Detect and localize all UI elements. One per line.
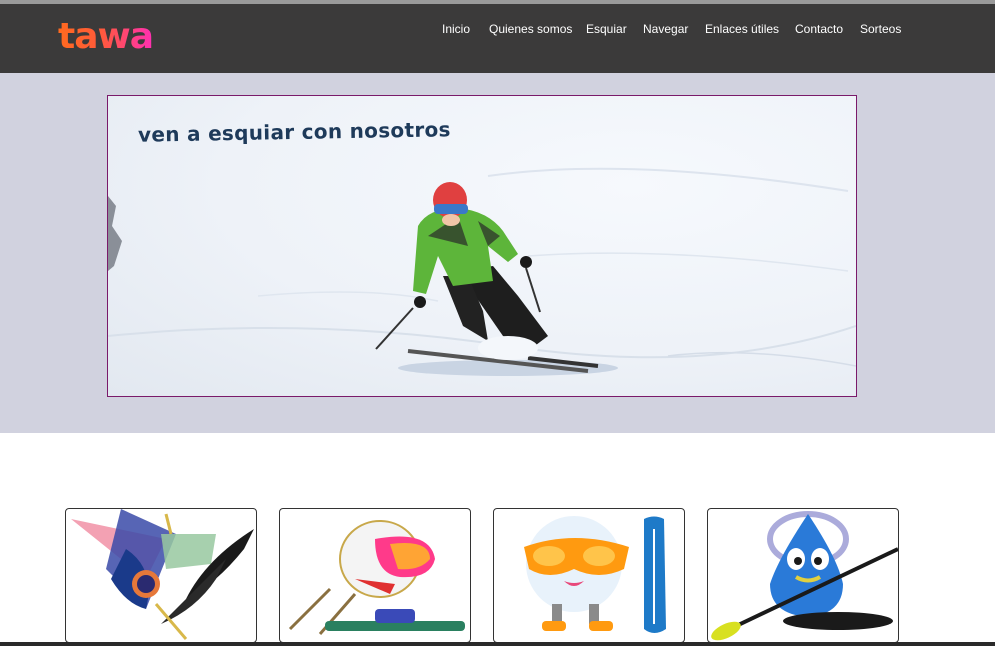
bottom-edge	[0, 642, 995, 646]
card-goggles-character[interactable]	[493, 508, 685, 643]
water-drop-paddler-illustration	[711, 511, 898, 641]
hero-banner: ven a esquiar con nosotros	[107, 95, 857, 397]
card-water-drop-paddler[interactable]	[707, 508, 899, 643]
nav-item-sorteos[interactable]: Sorteos	[860, 22, 901, 36]
site-header: tawa Inicio Quienes somos Esquiar Navega…	[0, 4, 995, 73]
nav-item-enlaces-utiles[interactable]: Enlaces útiles	[705, 22, 779, 36]
nav-item-quienes-somos[interactable]: Quienes somos	[489, 22, 572, 36]
card-ski-art[interactable]	[65, 508, 257, 643]
goggles-character-illustration	[524, 516, 666, 633]
tawa-logo[interactable]: tawa	[58, 16, 154, 57]
nav-item-esquiar[interactable]: Esquiar	[586, 22, 627, 36]
nav-item-navegar[interactable]: Navegar	[643, 22, 688, 36]
nav-item-inicio[interactable]: Inicio	[442, 22, 470, 36]
nav-item-contacto[interactable]: Contacto	[795, 22, 843, 36]
card-helmet-skier[interactable]	[279, 508, 471, 643]
helmet-skier-illustration	[288, 520, 465, 635]
abstract-ski-illustration	[71, 509, 254, 640]
